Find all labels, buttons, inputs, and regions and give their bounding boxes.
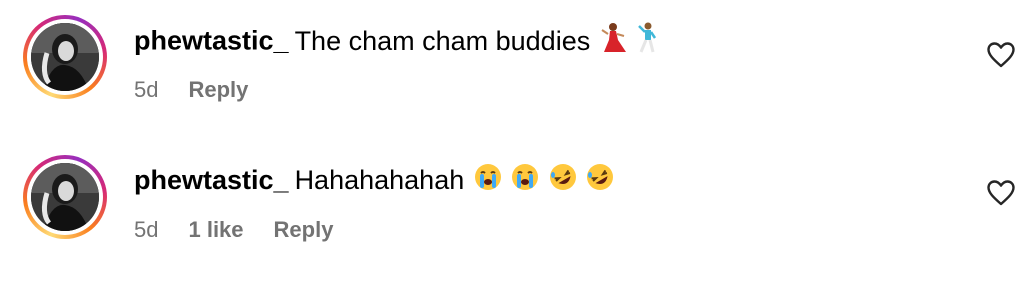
avatar-photo: [31, 163, 99, 231]
comment-item: phewtastic_ The cham cham buddies 5d Reply: [0, 0, 1024, 120]
comment-text-line: phewtastic_ Hahahahahah: [134, 162, 614, 200]
loudly-crying-face-emoji: [511, 163, 539, 200]
comment-meta: 5d Reply: [134, 76, 278, 104]
rolling-on-floor-laughing-emoji: [586, 163, 614, 200]
comment-item: phewtastic_ Hahahahahah 5d 1 like Reply: [0, 140, 1024, 260]
heart-icon[interactable]: [987, 42, 1015, 68]
dancer-emoji: [600, 22, 626, 63]
comment-age: 5d: [134, 217, 159, 242]
avatar[interactable]: [23, 155, 107, 239]
reply-button[interactable]: Reply: [188, 77, 248, 102]
heart-icon[interactable]: [987, 180, 1015, 206]
avatar[interactable]: [23, 15, 107, 99]
comment-text-line: phewtastic_ The cham cham buddies: [134, 22, 661, 63]
reply-button[interactable]: Reply: [274, 217, 334, 242]
man-dancing-emoji: [635, 22, 661, 63]
rolling-on-floor-laughing-emoji: [549, 163, 577, 200]
comment-meta: 5d 1 like Reply: [134, 216, 363, 244]
likes-count-link[interactable]: 1 like: [188, 217, 243, 242]
avatar-photo: [31, 23, 99, 91]
comment-username[interactable]: phewtastic_: [134, 26, 289, 56]
comment-username[interactable]: phewtastic_: [134, 165, 289, 195]
comment-body: Hahahahahah: [294, 165, 465, 195]
comment-body: The cham cham buddies: [294, 25, 591, 56]
loudly-crying-face-emoji: [474, 163, 502, 200]
comment-age: 5d: [134, 77, 159, 102]
